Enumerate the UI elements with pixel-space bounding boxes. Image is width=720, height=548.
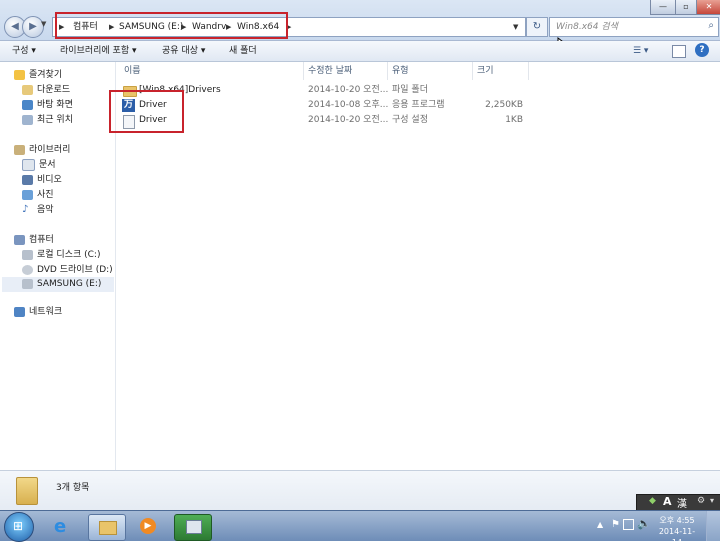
system-clock[interactable]: 오후 4:55 2014-11-14 <box>655 515 699 548</box>
music-note-icon: ♪ <box>22 203 29 215</box>
windows-logo-icon: ⊞ <box>13 519 24 533</box>
column-header-type[interactable]: 유형 <box>392 62 409 80</box>
nav-pictures[interactable]: 사진 <box>22 188 54 202</box>
navigation-pane: 즐겨찾기 다운로드 바탕 화면 최근 위치 라이브러리 문서 비디오 사진 ♪ 음… <box>0 62 116 470</box>
taskbar-media-player[interactable]: ▶ <box>130 514 166 539</box>
file-modified: 2014-10-20 오전... <box>308 115 389 125</box>
network-icon <box>14 306 25 317</box>
clock-time: 오후 4:55 <box>659 516 695 525</box>
nav-videos[interactable]: 비디오 <box>22 173 62 187</box>
include-in-library-button[interactable]: 라이브러리에 포함 ▾ <box>60 41 136 61</box>
removable-drive-icon <box>22 278 33 289</box>
media-player-icon: ▶ <box>140 518 156 534</box>
action-center-flag-icon[interactable]: ⚑ <box>611 519 620 530</box>
file-modified: 2014-10-20 오전... <box>308 85 389 95</box>
computer-icon <box>14 234 25 245</box>
nav-desktop[interactable]: 바탕 화면 <box>22 98 73 112</box>
details-pane: 3개 항목 <box>0 470 720 511</box>
file-type: 응용 프로그램 <box>392 100 445 110</box>
folder-large-icon <box>16 477 38 505</box>
taskbar-internet-explorer[interactable]: e <box>44 514 80 539</box>
pictures-icon <box>22 189 33 200</box>
search-icon[interactable]: ⌕ <box>708 20 714 31</box>
column-divider[interactable] <box>528 62 529 80</box>
help-icon[interactable]: ? <box>695 43 709 57</box>
nav-recent[interactable]: 최근 위치 <box>22 113 73 127</box>
volume-icon[interactable]: 🔈 <box>637 517 651 530</box>
column-divider[interactable] <box>387 62 388 80</box>
settings-icon[interactable]: ⚙ <box>697 496 705 506</box>
column-header-name[interactable]: 이름 <box>124 62 141 80</box>
nav-favorites[interactable]: 즐겨찾기 <box>14 68 62 82</box>
share-with-button[interactable]: 공유 대상 ▾ <box>162 41 205 61</box>
view-options-button[interactable]: ☰ ▾ <box>633 41 648 61</box>
taskbar: ⊞ e ▶ ▲ ⚑ 🔈 오후 4:55 2014-11-14 <box>0 510 720 547</box>
refresh-button[interactable]: ↻ <box>526 17 548 37</box>
address-highlight-box <box>55 12 288 39</box>
nav-libraries[interactable]: 라이브러리 <box>14 143 70 157</box>
close-button[interactable]: ✕ <box>696 0 720 15</box>
minimize-button[interactable]: — <box>650 0 676 15</box>
hanja-label[interactable]: 漢 <box>677 495 687 510</box>
libraries-icon <box>14 144 25 155</box>
nav-music[interactable]: ♪ 음악 <box>22 203 54 217</box>
file-size: 2,250KB <box>485 100 523 110</box>
desktop-icon <box>22 99 33 110</box>
refresh-icon: ↻ <box>532 21 542 32</box>
nav-samsung-drive[interactable]: SAMSUNG (E:) <box>2 277 114 292</box>
language-icon: ◆ <box>649 496 656 506</box>
file-type: 파일 폴더 <box>392 85 428 95</box>
column-divider[interactable] <box>303 62 304 80</box>
file-modified: 2014-10-08 오후... <box>308 100 389 110</box>
nav-computer[interactable]: 컴퓨터 <box>14 233 54 247</box>
recent-places-icon <box>22 114 33 125</box>
taskbar-driver-app[interactable] <box>174 514 212 541</box>
taskbar-windows-explorer[interactable] <box>88 514 126 541</box>
input-mode-label[interactable]: A <box>663 495 672 508</box>
column-header-modified[interactable]: 수정한 날짜 <box>308 62 352 80</box>
column-header-size[interactable]: 크기 <box>477 62 494 80</box>
view-list-icon: ☰ ▾ <box>633 46 649 56</box>
command-bar: 구성 ▾ 라이브러리에 포함 ▾ 공유 대상 ▾ 새 폴더 ☰ ▾ ? <box>0 41 720 62</box>
file-type: 구성 설정 <box>392 115 428 125</box>
langbar-menu-icon[interactable]: ▾ <box>710 496 714 505</box>
column-divider[interactable] <box>472 62 473 80</box>
new-folder-button[interactable]: 새 폴더 <box>229 41 257 61</box>
nav-local-disk[interactable]: 로컬 디스크 (C:) <box>22 248 100 262</box>
search-box[interactable]: Win8.x64 검색 ⌕ <box>549 17 719 37</box>
internet-explorer-icon: e <box>54 516 67 537</box>
start-button[interactable]: ⊞ <box>4 512 34 542</box>
address-history-dropdown-icon[interactable]: ▼ <box>513 18 518 36</box>
nav-network[interactable]: 네트워크 <box>14 305 62 319</box>
explorer-folder-icon <box>99 521 117 535</box>
clock-date: 2014-11-14 <box>658 527 696 547</box>
preview-pane-button[interactable] <box>672 45 686 58</box>
nav-dvd-drive[interactable]: DVD 드라이브 (D:) <box>22 263 113 277</box>
organize-button[interactable]: 구성 ▾ <box>12 41 36 61</box>
downloads-folder-icon <box>22 84 33 95</box>
item-count: 3개 항목 <box>56 483 90 493</box>
nav-downloads[interactable]: 다운로드 <box>22 83 70 97</box>
dvd-drive-icon <box>22 264 33 275</box>
documents-icon <box>22 158 35 171</box>
videos-icon <box>22 174 33 185</box>
show-hidden-icons-icon[interactable]: ▲ <box>597 520 603 529</box>
driver-app-icon <box>186 520 202 534</box>
hard-drive-icon <box>22 249 33 260</box>
forward-arrow-icon: ▶ <box>29 21 37 32</box>
files-highlight-box <box>109 90 184 133</box>
search-placeholder: Win8.x64 검색 <box>556 22 618 32</box>
maximize-button[interactable]: ▫ <box>675 0 697 15</box>
recent-pages-dropdown[interactable]: ▼ <box>41 20 46 28</box>
file-size: 1KB <box>505 115 523 125</box>
star-icon <box>14 69 25 80</box>
show-desktop-button[interactable] <box>706 511 720 541</box>
nav-documents[interactable]: 문서 <box>22 158 56 172</box>
network-status-icon[interactable] <box>623 519 634 530</box>
